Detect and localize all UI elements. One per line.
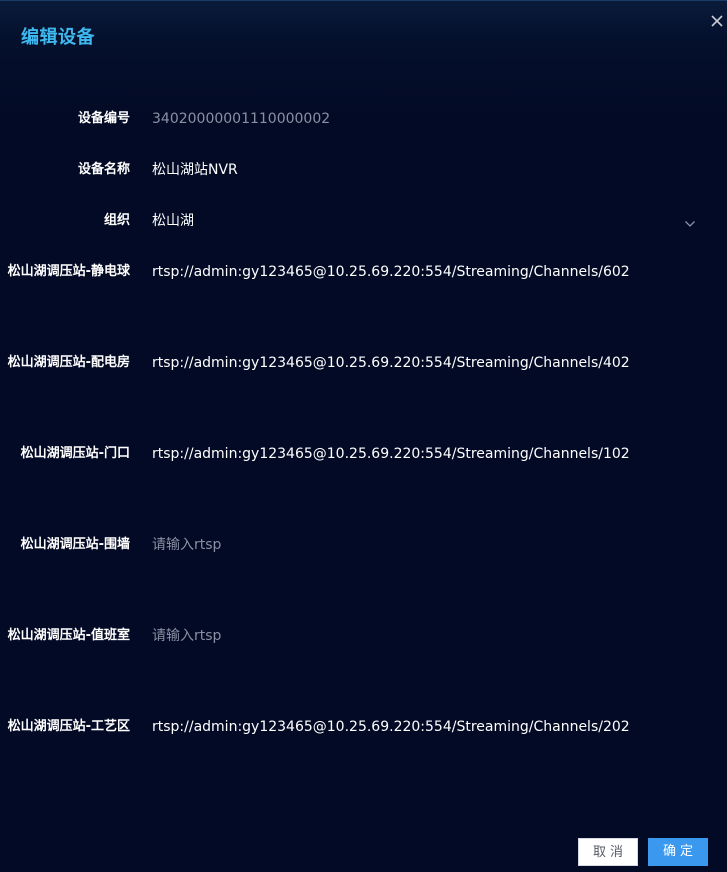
dialog-title: 编辑设备	[21, 27, 95, 48]
channel-rtsp-input[interactable]: 请输入rtsp	[152, 535, 221, 555]
device-name-input[interactable]: 松山湖站NVR	[152, 160, 238, 180]
channel-label: 松山湖调压站-静电球	[7, 264, 130, 279]
channel-label: 松山湖调压站-门口	[20, 446, 130, 461]
channel-rtsp-input[interactable]: 请输入rtsp	[152, 626, 221, 646]
channel-label: 松山湖调压站-配电房	[7, 355, 130, 370]
confirm-button[interactable]: 确定	[648, 838, 708, 866]
org-label: 组织	[103, 213, 130, 228]
device-name-label: 设备名称	[77, 162, 130, 177]
edit-device-dialog: 编辑设备 设备编号 34020000001110000002 设备名称 松山湖站…	[0, 0, 727, 872]
channel-rtsp-input[interactable]: rtsp://admin:gy123465@10.25.69.220:554/S…	[152, 717, 630, 737]
org-select[interactable]: 松山湖	[152, 211, 194, 231]
channel-label: 松山湖调压站-值班室	[7, 628, 130, 643]
device-number-value: 34020000001110000002	[152, 111, 331, 127]
cancel-button[interactable]: 取消	[578, 838, 638, 866]
channel-label: 松山湖调压站-围墙	[20, 537, 130, 552]
close-icon[interactable]	[709, 13, 725, 29]
channel-label: 松山湖调压站-工艺区	[7, 719, 130, 734]
device-number-label: 设备编号	[77, 111, 130, 126]
chevron-down-icon[interactable]	[684, 215, 696, 227]
channel-rtsp-input[interactable]: rtsp://admin:gy123465@10.25.69.220:554/S…	[152, 353, 630, 373]
channel-rtsp-input[interactable]: rtsp://admin:gy123465@10.25.69.220:554/S…	[152, 444, 630, 464]
channel-rtsp-input[interactable]: rtsp://admin:gy123465@10.25.69.220:554/S…	[152, 262, 630, 282]
